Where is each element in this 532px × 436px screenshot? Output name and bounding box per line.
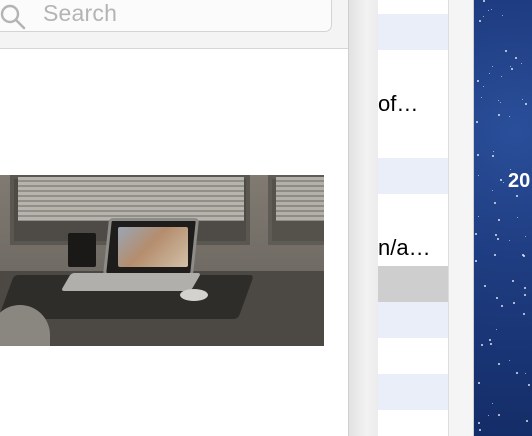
star-decoration	[511, 68, 513, 70]
star-decoration	[528, 384, 530, 386]
star-decoration	[498, 114, 500, 116]
list-item[interactable]	[378, 14, 448, 50]
star-decoration	[509, 240, 510, 241]
star-decoration	[494, 202, 496, 204]
star-decoration	[481, 344, 483, 346]
list-item[interactable]	[378, 266, 448, 302]
star-decoration	[478, 175, 479, 176]
star-decoration	[478, 422, 480, 424]
star-decoration	[495, 234, 497, 236]
search-bar: Search	[0, 0, 348, 49]
star-decoration	[488, 10, 489, 11]
star-decoration	[475, 260, 477, 262]
list-item[interactable]	[378, 302, 448, 338]
star-decoration	[516, 372, 518, 374]
star-decoration	[525, 236, 526, 237]
star-decoration	[483, 0, 485, 2]
list-item[interactable]	[378, 50, 448, 86]
list-item[interactable]	[378, 410, 448, 436]
star-decoration	[500, 179, 502, 181]
search-icon	[0, 4, 26, 30]
star-decoration	[496, 329, 497, 330]
star-decoration	[498, 414, 500, 416]
star-decoration	[498, 363, 500, 365]
star-decoration	[515, 57, 517, 59]
star-decoration	[490, 343, 492, 345]
list-item[interactable]	[378, 158, 448, 194]
star-decoration	[478, 382, 480, 384]
star-decoration	[489, 339, 491, 341]
star-decoration	[524, 287, 526, 289]
star-decoration	[489, 73, 490, 74]
star-decoration	[492, 403, 493, 404]
star-decoration	[492, 190, 493, 191]
star-decoration	[501, 76, 502, 77]
hero-image	[0, 175, 324, 346]
star-decoration	[483, 16, 484, 17]
item-list: of… n/a…	[378, 0, 448, 436]
star-decoration	[492, 66, 493, 67]
star-decoration	[510, 169, 511, 170]
star-decoration	[477, 154, 479, 156]
star-decoration	[526, 420, 528, 422]
star-decoration	[477, 80, 479, 82]
star-decoration	[475, 233, 477, 235]
star-decoration	[479, 20, 481, 22]
star-decoration	[525, 103, 527, 105]
star-decoration	[517, 217, 518, 218]
star-decoration	[479, 429, 481, 431]
star-decoration	[491, 9, 492, 10]
photo-blind	[276, 177, 324, 221]
panel-divider[interactable]	[348, 0, 378, 436]
desktop-wallpaper: 20	[474, 0, 532, 436]
window-edge	[448, 0, 474, 436]
star-decoration	[523, 313, 525, 315]
list-item[interactable]: of…	[378, 86, 448, 122]
star-decoration	[513, 302, 515, 304]
star-decoration	[493, 151, 494, 152]
star-decoration	[524, 294, 526, 296]
star-decoration	[501, 305, 503, 307]
star-decoration	[484, 285, 486, 287]
search-placeholder: Search	[43, 0, 118, 26]
star-decoration	[505, 50, 507, 52]
star-decoration	[512, 280, 514, 282]
photo-blind	[18, 177, 244, 221]
photo-mouse	[180, 289, 208, 301]
list-item[interactable]: n/a…	[378, 230, 448, 266]
photo-laptop-display	[118, 227, 188, 267]
star-decoration	[481, 97, 482, 98]
star-decoration	[509, 360, 510, 361]
photo-pen-cup	[68, 233, 96, 267]
star-decoration	[498, 219, 500, 221]
star-decoration	[510, 66, 511, 67]
list-item[interactable]	[378, 374, 448, 410]
photo-laptop-base	[60, 273, 202, 291]
star-decoration	[496, 297, 498, 299]
star-decoration	[525, 373, 526, 374]
star-decoration	[478, 216, 479, 217]
star-decoration	[494, 254, 496, 256]
star-decoration	[500, 102, 501, 103]
star-decoration	[516, 195, 518, 197]
star-decoration	[483, 86, 484, 87]
star-decoration	[488, 415, 489, 416]
star-decoration	[503, 182, 504, 183]
star-decoration	[498, 100, 499, 101]
star-decoration	[492, 155, 494, 157]
star-decoration	[522, 99, 523, 100]
list-item[interactable]	[378, 338, 448, 374]
wallpaper-text: 20	[508, 170, 531, 192]
star-decoration	[522, 254, 524, 256]
star-decoration	[497, 238, 499, 240]
list-item[interactable]	[378, 194, 448, 230]
star-decoration	[521, 63, 522, 64]
search-input[interactable]: Search	[0, 0, 332, 32]
star-decoration	[502, 15, 503, 16]
list-item[interactable]	[378, 122, 448, 158]
star-decoration	[509, 116, 510, 117]
star-decoration	[476, 121, 478, 123]
content-panel: Search	[0, 0, 348, 436]
